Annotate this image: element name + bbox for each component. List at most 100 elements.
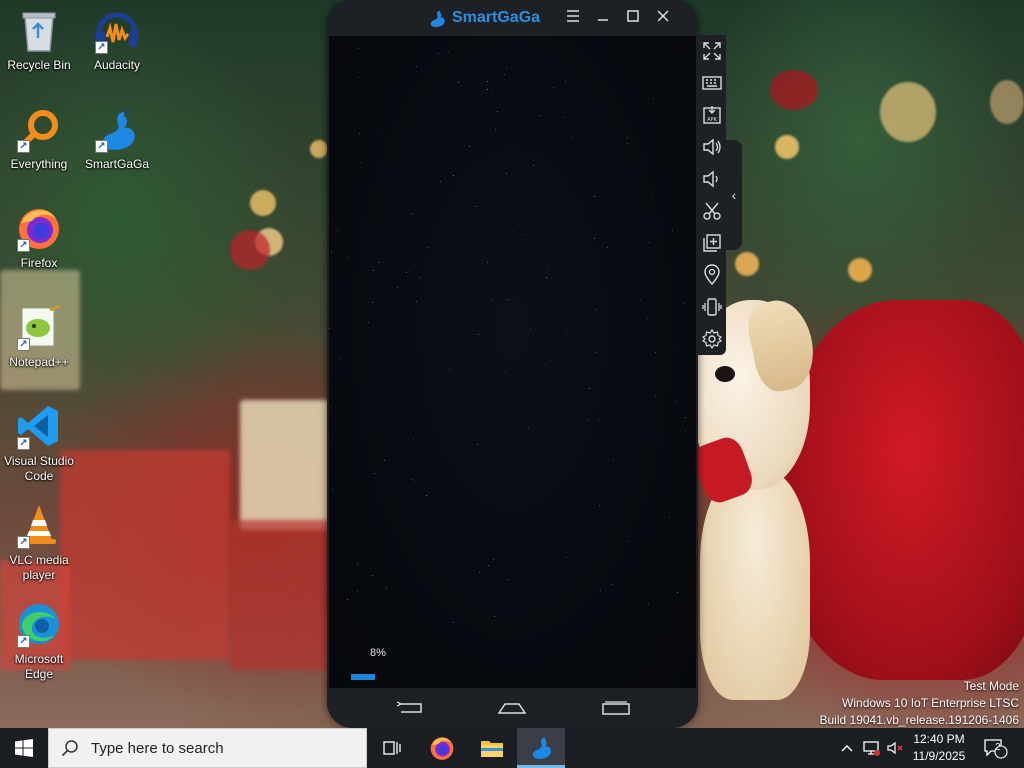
taskbar-firefox-icon[interactable] <box>418 728 466 768</box>
background-star <box>533 165 534 166</box>
file-explorer-icon[interactable] <box>468 728 516 768</box>
task-view-icon[interactable] <box>368 728 416 768</box>
background-star <box>595 309 596 310</box>
desktop-icon-smartgaga[interactable]: ↗ SmartGaGa <box>78 105 156 172</box>
multi-instance-icon[interactable] <box>701 232 723 254</box>
home-icon[interactable] <box>495 698 529 718</box>
background-star <box>357 591 358 592</box>
screenshot-scissors-icon[interactable] <box>701 200 723 222</box>
close-icon[interactable] <box>654 9 672 27</box>
background-star <box>416 301 417 302</box>
background-star <box>600 590 601 591</box>
background-star <box>411 213 412 214</box>
taskbar-search-box[interactable]: Type here to search <box>48 728 367 768</box>
keyboard-icon[interactable] <box>701 72 723 94</box>
background-star <box>598 420 599 421</box>
background-star <box>491 299 492 300</box>
background-star <box>428 247 429 248</box>
background-star <box>374 473 375 474</box>
action-center-icon[interactable]: 2 <box>980 728 1010 768</box>
emulator-screen[interactable]: 8% <box>329 36 696 688</box>
show-hidden-icons-chevron-icon[interactable] <box>836 728 858 768</box>
background-star <box>384 460 385 461</box>
notepadplusplus-icon: ↗ <box>15 303 63 351</box>
desktop-icon-edge[interactable]: ↗ Microsoft Edge <box>0 600 78 682</box>
taskbar-clock[interactable]: 12:40 PM 11/9/2025 <box>905 731 973 765</box>
desktop-icon-firefox[interactable]: ↗ Firefox <box>0 204 78 271</box>
background-star <box>419 277 420 278</box>
desktop-icon-label: Everything <box>10 157 68 171</box>
desktop-icon-recycle-bin[interactable]: Recycle Bin <box>0 6 78 73</box>
volume-muted-icon[interactable] <box>884 728 906 768</box>
background-star <box>596 352 597 353</box>
background-star <box>493 559 494 560</box>
background-star <box>677 592 678 593</box>
shake-icon[interactable] <box>701 296 723 318</box>
loading-progress-bar <box>351 674 651 680</box>
volume-down-icon[interactable] <box>701 168 723 190</box>
background-star <box>647 318 648 319</box>
fullscreen-icon[interactable] <box>701 40 723 62</box>
desktop-icon-label: VLC media player <box>9 553 69 582</box>
windows-start-icon[interactable] <box>0 728 48 768</box>
background-star <box>669 517 670 518</box>
desktop-icon-everything[interactable]: ↗ Everything <box>0 105 78 172</box>
desktop-icon-notepadplusplus[interactable]: ↗ Notepad++ <box>0 303 78 370</box>
shortcut-arrow-icon: ↗ <box>17 338 30 351</box>
desktop-icon-audacity[interactable]: ↗ Audacity <box>78 6 156 73</box>
background-star <box>550 360 551 361</box>
background-star <box>627 143 628 144</box>
apk-install-icon[interactable]: APK <box>701 104 723 126</box>
background-star <box>651 194 652 195</box>
background-star <box>507 299 508 300</box>
taskbar-smartgaga-icon[interactable] <box>517 728 565 768</box>
background-star <box>548 266 549 267</box>
background-star <box>372 575 373 576</box>
recents-icon[interactable] <box>599 698 633 718</box>
background-star <box>685 431 686 432</box>
shortcut-arrow-icon: ↗ <box>17 239 30 252</box>
background-star <box>487 89 488 90</box>
background-star <box>453 175 454 176</box>
back-icon[interactable] <box>391 698 425 718</box>
location-icon[interactable] <box>701 264 723 286</box>
settings-icon[interactable] <box>701 328 723 350</box>
background-star <box>357 563 358 564</box>
background-star <box>378 134 379 135</box>
toolbar-collapse-chevron-icon[interactable]: ‹ <box>726 140 742 250</box>
background-star <box>469 146 470 147</box>
desktop-icon-vscode[interactable]: ↗ Visual Studio Code <box>0 402 78 484</box>
menu-icon[interactable] <box>564 9 582 27</box>
background-star <box>488 565 489 566</box>
background-star <box>655 352 656 353</box>
smartgaga-emulator-window[interactable]: SmartGaGa 8% <box>327 0 698 728</box>
background-star <box>683 303 684 304</box>
background-star <box>565 81 566 82</box>
shortcut-arrow-icon: ↗ <box>95 140 108 153</box>
background-star <box>491 90 492 91</box>
desktop-icon-label: Recycle Bin <box>7 58 71 72</box>
background-star <box>648 242 649 243</box>
background-star <box>685 417 686 418</box>
watermark-os-edition: Windows 10 IoT Enterprise LTSC <box>842 696 1019 710</box>
emulator-brand: SmartGaGa <box>427 8 540 28</box>
background-star <box>589 388 590 389</box>
background-star <box>572 137 573 138</box>
emulator-title-bar[interactable]: SmartGaGa <box>327 0 698 36</box>
background-star <box>495 129 496 130</box>
background-star <box>566 557 567 558</box>
background-star <box>339 358 340 359</box>
desktop-icon-label: Notepad++ <box>9 355 69 369</box>
network-icon[interactable] <box>860 728 882 768</box>
background-star <box>506 67 507 68</box>
smartgaga-logo-icon <box>430 10 445 28</box>
background-star <box>587 419 588 420</box>
volume-up-icon[interactable] <box>701 136 723 158</box>
maximize-icon[interactable] <box>624 9 642 27</box>
background-star <box>449 369 450 370</box>
desktop-icon-vlc[interactable]: ↗ VLC media player <box>0 501 78 583</box>
notification-count-badge: 2 <box>995 742 1001 753</box>
background-star <box>675 401 676 402</box>
background-star <box>412 479 413 480</box>
minimize-icon[interactable] <box>594 9 612 27</box>
